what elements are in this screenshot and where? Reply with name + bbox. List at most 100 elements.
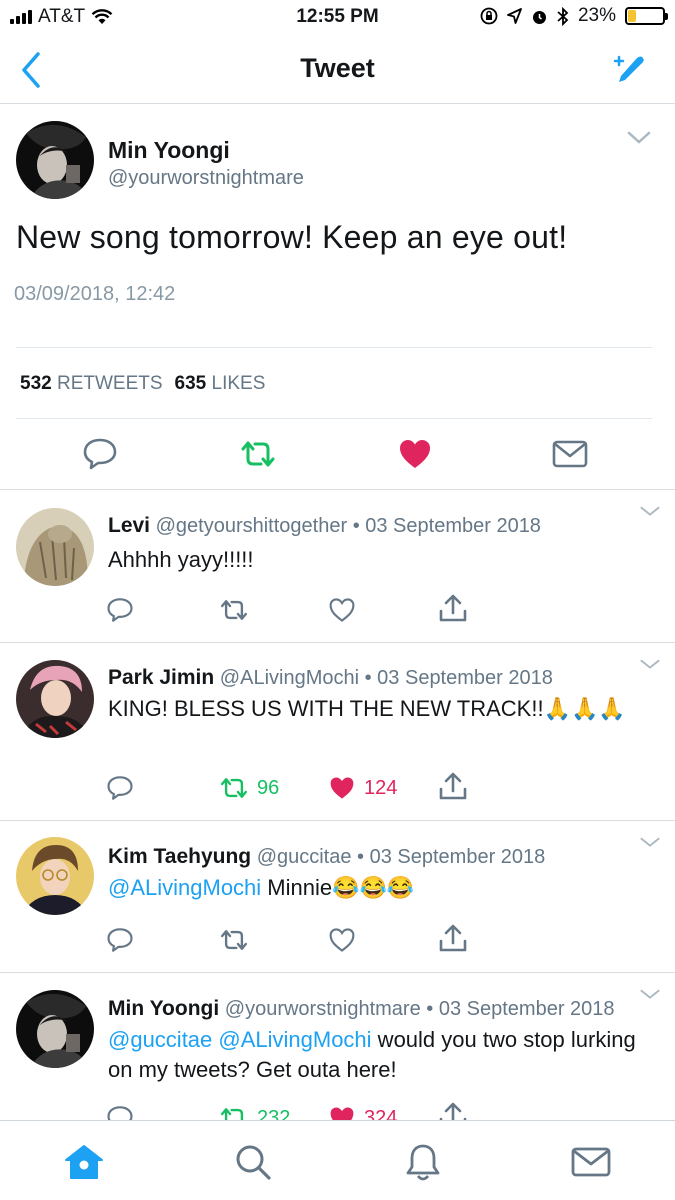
retweet-stat[interactable]: 532 RETWEETS bbox=[20, 373, 163, 395]
heart-icon bbox=[329, 598, 355, 622]
like-count: 124 bbox=[364, 776, 398, 799]
chevron-down-icon[interactable] bbox=[639, 506, 661, 518]
reply-author-name[interactable]: Park Jimin bbox=[108, 666, 214, 689]
share-button[interactable] bbox=[439, 772, 467, 800]
author-name[interactable]: Min Yoongi bbox=[108, 137, 230, 164]
rotation-lock-icon bbox=[480, 7, 498, 25]
main-tweet: Min Yoongi @yourworstnightmare New song … bbox=[0, 104, 675, 490]
share-icon bbox=[439, 594, 467, 622]
reply-date: 03 September 2018 bbox=[438, 998, 615, 1020]
reply-tweet[interactable]: Park Jimin @ALivingMochi • 03 September … bbox=[0, 643, 675, 821]
reply-author-name[interactable]: Kim Taehyung bbox=[108, 845, 251, 868]
heart-icon bbox=[329, 928, 355, 952]
heart-icon bbox=[330, 777, 354, 799]
reply-header: Kim Taehyung @guccitae • 03 September 20… bbox=[108, 845, 546, 868]
alarm-icon bbox=[532, 10, 546, 24]
reply-tweet[interactable]: Kim Taehyung @guccitae • 03 September 20… bbox=[0, 821, 675, 973]
reply-tweet[interactable]: Min Yoongi @yourworstnightmare • 03 Sept… bbox=[0, 973, 675, 1120]
like-button[interactable] bbox=[328, 926, 356, 954]
share-icon bbox=[439, 924, 467, 952]
retweet-icon bbox=[241, 441, 275, 467]
avatar[interactable] bbox=[16, 990, 94, 1068]
reply-mention[interactable]: @ALivingMochi bbox=[108, 875, 261, 900]
avatar[interactable] bbox=[16, 837, 94, 915]
like-button[interactable] bbox=[395, 434, 435, 474]
retweet-icon bbox=[220, 1108, 244, 1120]
reply-button[interactable] bbox=[80, 434, 120, 474]
tab-search[interactable] bbox=[232, 1141, 274, 1183]
reply-icon bbox=[107, 598, 133, 622]
avatar[interactable] bbox=[16, 121, 94, 199]
location-icon bbox=[507, 8, 522, 24]
divider bbox=[16, 418, 652, 419]
page-title: Tweet bbox=[300, 53, 375, 83]
share-icon bbox=[439, 772, 467, 800]
share-icon bbox=[439, 1102, 467, 1120]
status-bar: AT&T 12:55 PM 23% bbox=[0, 0, 675, 36]
like-count: 324 bbox=[364, 1106, 398, 1121]
tab-notifications[interactable] bbox=[402, 1141, 444, 1183]
reply-button[interactable] bbox=[106, 1104, 134, 1120]
chevron-down-icon[interactable] bbox=[639, 659, 661, 671]
retweet-button[interactable] bbox=[219, 596, 249, 624]
direct-message-button[interactable] bbox=[550, 434, 590, 474]
like-stat[interactable]: 635 LIKES bbox=[175, 373, 266, 395]
reply-button[interactable] bbox=[106, 596, 134, 624]
compose-icon[interactable] bbox=[613, 52, 647, 86]
like-button[interactable] bbox=[328, 596, 356, 624]
reply-author-handle[interactable]: @yourworstnightmare bbox=[225, 998, 421, 1020]
reply-icon bbox=[107, 928, 133, 952]
chevron-down-icon[interactable] bbox=[639, 989, 661, 1001]
reply-icon bbox=[107, 776, 133, 800]
reply-date: 03 September 2018 bbox=[377, 667, 553, 689]
tweet-stats: 532 RETWEETS 635 LIKES bbox=[20, 373, 265, 395]
tweet-timestamp: 03/09/2018, 12:42 bbox=[14, 283, 176, 305]
reply-date: 03 September 2018 bbox=[365, 515, 541, 537]
retweet-icon bbox=[220, 930, 248, 950]
reply-button[interactable] bbox=[106, 926, 134, 954]
reply-header: Min Yoongi @yourworstnightmare • 03 Sept… bbox=[108, 997, 615, 1020]
reply-author-handle[interactable]: @guccitae bbox=[257, 846, 352, 868]
chevron-down-icon[interactable] bbox=[639, 837, 661, 849]
retweet-count: 232 bbox=[257, 1106, 291, 1121]
retweet-button[interactable]: 96 bbox=[219, 774, 279, 802]
tab-messages[interactable] bbox=[570, 1141, 612, 1183]
share-button[interactable] bbox=[439, 594, 467, 622]
avatar[interactable] bbox=[16, 660, 94, 738]
tab-home[interactable] bbox=[63, 1141, 105, 1183]
battery-icon bbox=[625, 7, 668, 25]
reply-button[interactable] bbox=[106, 774, 134, 802]
bell-icon bbox=[406, 1144, 440, 1181]
reply-author-handle[interactable]: @ALivingMochi bbox=[220, 667, 359, 689]
chevron-down-icon[interactable] bbox=[627, 131, 651, 145]
avatar[interactable] bbox=[16, 508, 94, 586]
like-button[interactable]: 124 bbox=[328, 774, 397, 802]
home-icon bbox=[65, 1145, 103, 1179]
share-button[interactable] bbox=[439, 1102, 467, 1120]
reply-text: Ahhhh yayy!!!!! bbox=[108, 547, 254, 572]
reply-icon bbox=[83, 438, 117, 470]
retweet-button[interactable] bbox=[219, 926, 249, 954]
reply-header: Park Jimin @ALivingMochi • 03 September … bbox=[108, 666, 553, 689]
reply-date: 03 September 2018 bbox=[369, 846, 546, 868]
retweet-button[interactable] bbox=[238, 434, 278, 474]
retweet-count: 96 bbox=[257, 776, 280, 799]
reply-author-name[interactable]: Levi bbox=[108, 514, 150, 537]
reply-text: @ALivingMochi Minnie😂😂😂 bbox=[108, 875, 415, 900]
tweet-text: New song tomorrow! Keep an eye out! bbox=[16, 219, 568, 255]
reply-tweet[interactable]: Levi @getyourshittogether • 03 September… bbox=[0, 490, 675, 643]
envelope-icon bbox=[552, 440, 588, 468]
like-button[interactable]: 324 bbox=[328, 1104, 397, 1120]
search-icon bbox=[236, 1145, 271, 1180]
retweet-button[interactable]: 232 bbox=[219, 1104, 290, 1120]
reply-mention[interactable]: @guccitae @ALivingMochi bbox=[108, 1027, 372, 1052]
retweet-icon bbox=[220, 600, 248, 620]
divider bbox=[16, 347, 652, 348]
battery-percent: 23% bbox=[577, 5, 616, 26]
reply-author-name[interactable]: Min Yoongi bbox=[108, 997, 219, 1020]
nav-bar: Tweet bbox=[0, 36, 675, 104]
author-handle[interactable]: @yourworstnightmare bbox=[108, 167, 304, 190]
reply-author-handle[interactable]: @getyourshittogether bbox=[156, 515, 348, 537]
bluetooth-icon bbox=[557, 6, 569, 26]
share-button[interactable] bbox=[439, 924, 467, 952]
